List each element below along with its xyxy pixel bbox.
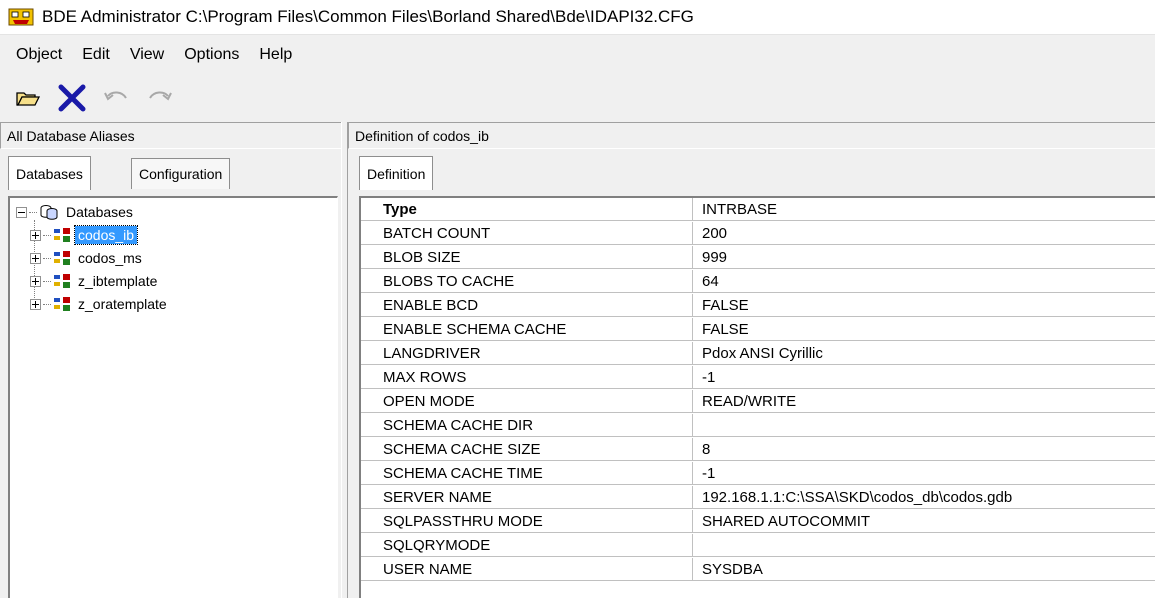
table-row: USER NAME SYSDBA [361, 558, 1155, 581]
menu-bar: Object Edit View Options Help [0, 34, 1155, 74]
table-row: SQLPASSTHRU MODE SHARED AUTOCOMMIT [361, 510, 1155, 533]
table-row: ENABLE SCHEMA CACHE FALSE [361, 318, 1155, 341]
expand-icon[interactable] [30, 298, 41, 310]
property-name: USER NAME [361, 558, 693, 580]
tree-item-z-oratemplate[interactable]: z_oratemplate [30, 294, 170, 314]
property-name: BATCH COUNT [361, 222, 693, 244]
tree-item-label: codos_ms [78, 250, 142, 266]
delete-icon[interactable] [56, 82, 88, 114]
property-value[interactable]: 999 [693, 246, 1155, 268]
tree-item-label: z_ibtemplate [78, 273, 158, 289]
open-folder-icon[interactable] [12, 82, 44, 114]
property-name: SCHEMA CACHE DIR [361, 414, 693, 436]
property-name: ENABLE SCHEMA CACHE [361, 318, 693, 340]
property-value[interactable]: 64 [693, 270, 1155, 292]
property-value[interactable]: FALSE [693, 294, 1155, 316]
tab-configuration[interactable]: Configuration [131, 158, 231, 189]
property-value[interactable] [693, 414, 1155, 436]
table-row: BATCH COUNT 200 [361, 222, 1155, 245]
property-name: SCHEMA CACHE SIZE [361, 438, 693, 460]
tree-item-label: codos_ib [73, 225, 139, 245]
database-alias-icon [54, 251, 70, 265]
property-name: ENABLE BCD [361, 294, 693, 316]
property-name: Type [361, 198, 693, 220]
table-row: LANGDRIVER Pdox ANSI Cyrillic [361, 342, 1155, 365]
menu-help[interactable]: Help [249, 35, 302, 74]
undo-icon[interactable] [100, 82, 132, 114]
table-row: SCHEMA CACHE SIZE 8 [361, 438, 1155, 461]
property-value[interactable] [693, 534, 1155, 556]
database-tree: Databases codos_ib codos_ms z_ibtemplate [8, 196, 338, 598]
title-bar: BDE Administrator C:\Program Files\Commo… [0, 0, 1155, 34]
tree-item-codos-ms[interactable]: codos_ms [30, 248, 145, 268]
menu-view[interactable]: View [120, 35, 174, 74]
table-row: SCHEMA CACHE DIR [361, 414, 1155, 437]
table-row: MAX ROWS -1 [361, 366, 1155, 389]
table-row: OPEN MODE READ/WRITE [361, 390, 1155, 413]
tab-definition[interactable]: Definition [359, 156, 434, 190]
property-value[interactable]: 200 [693, 222, 1155, 244]
property-name: LANGDRIVER [361, 342, 693, 364]
database-alias-icon [54, 228, 70, 242]
property-name: MAX ROWS [361, 366, 693, 388]
window-title: BDE Administrator C:\Program Files\Commo… [42, 7, 694, 26]
expand-icon[interactable] [30, 275, 41, 287]
table-row: SERVER NAME 192.168.1.1:C:\SSA\SKD\codos… [361, 486, 1155, 509]
property-name: SQLQRYMODE [361, 534, 693, 556]
property-value[interactable]: Pdox ANSI Cyrillic [693, 342, 1155, 364]
property-value[interactable]: 8 [693, 438, 1155, 460]
database-alias-icon [54, 297, 70, 311]
property-value[interactable]: READ/WRITE [693, 390, 1155, 412]
table-row: SCHEMA CACHE TIME -1 [361, 462, 1155, 485]
databases-icon [40, 205, 58, 220]
expand-icon[interactable] [30, 229, 41, 241]
property-name: BLOB SIZE [361, 246, 693, 268]
table-row: SQLQRYMODE [361, 534, 1155, 557]
left-panel-header: All Database Aliases [0, 122, 341, 149]
redo-icon[interactable] [144, 82, 176, 114]
tree-item-codos-ib[interactable]: codos_ib [30, 225, 139, 245]
property-name: SERVER NAME [361, 486, 693, 508]
property-value[interactable]: SHARED AUTOCOMMIT [693, 510, 1155, 532]
table-row: BLOB SIZE 999 [361, 246, 1155, 269]
property-name: OPEN MODE [361, 390, 693, 412]
property-value[interactable]: 192.168.1.1:C:\SSA\SKD\codos_db\codos.gd… [693, 486, 1155, 508]
property-value[interactable]: INTRBASE [693, 198, 1155, 220]
table-row: ENABLE BCD FALSE [361, 294, 1155, 317]
tab-databases[interactable]: Databases [8, 156, 91, 190]
property-name: SQLPASSTHRU MODE [361, 510, 693, 532]
menu-edit[interactable]: Edit [72, 35, 120, 74]
right-panel-header: Definition of codos_ib [348, 122, 1155, 149]
property-value[interactable]: -1 [693, 462, 1155, 484]
table-row: Type INTRBASE [361, 198, 1155, 221]
database-alias-icon [54, 274, 70, 288]
property-name: BLOBS TO CACHE [361, 270, 693, 292]
panel-splitter[interactable] [341, 122, 348, 598]
tree-root-databases[interactable]: Databases [16, 202, 136, 222]
toolbar [0, 74, 1155, 122]
bde-app-icon[interactable] [8, 7, 34, 27]
menu-object[interactable]: Object [6, 35, 72, 74]
collapse-icon[interactable] [16, 206, 27, 218]
tree-item-label: z_oratemplate [78, 296, 167, 312]
menu-options[interactable]: Options [174, 35, 249, 74]
property-value[interactable]: -1 [693, 366, 1155, 388]
property-value[interactable]: FALSE [693, 318, 1155, 340]
table-row: BLOBS TO CACHE 64 [361, 270, 1155, 293]
tree-item-z-ibtemplate[interactable]: z_ibtemplate [30, 271, 160, 291]
property-value[interactable]: SYSDBA [693, 558, 1155, 580]
expand-icon[interactable] [30, 252, 41, 264]
property-name: SCHEMA CACHE TIME [361, 462, 693, 484]
tree-root-label: Databases [66, 204, 133, 220]
definition-grid: Type INTRBASE BATCH COUNT 200 BLOB SIZE … [359, 196, 1155, 598]
